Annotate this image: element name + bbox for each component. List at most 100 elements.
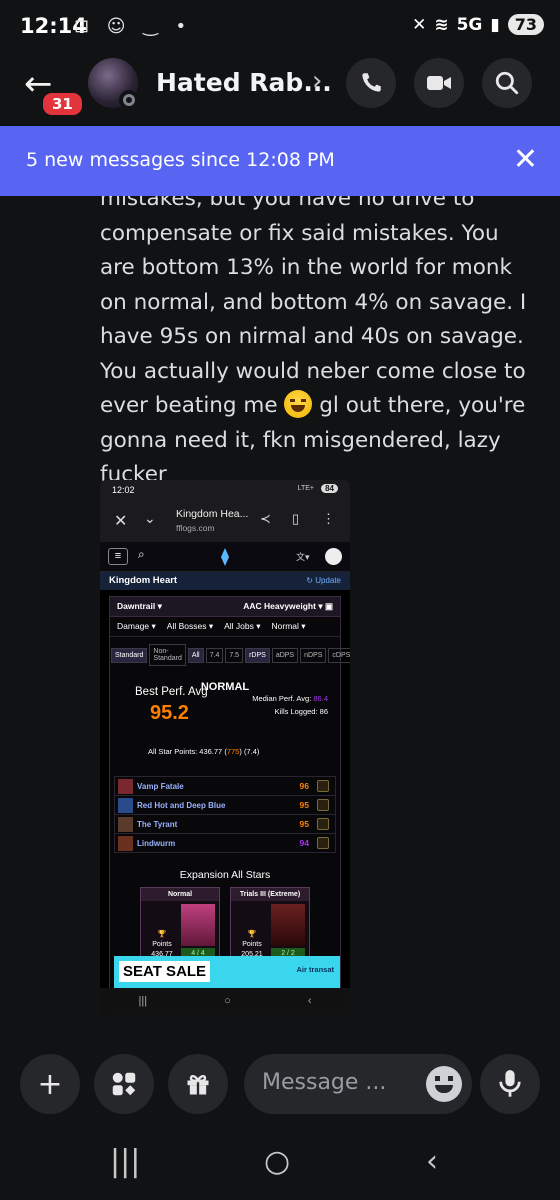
message-input[interactable]: Message ... [244,1054,472,1114]
all-star-rank: 775 [226,747,240,756]
close-icon[interactable]: ✕ [513,142,538,177]
message-list[interactable]: mistakes, but you have no drive to compe… [0,196,560,1038]
message-composer: + Message ... [0,1038,560,1134]
attachment-battery: 84 [321,484,338,493]
video-call-button[interactable] [414,58,464,108]
channel-title[interactable]: Hated Rab... [156,68,332,97]
best-perf-label: Best Perf. Avg [135,686,208,698]
recents-icon: ||| [138,995,148,1007]
trials-card: Trials III (Extreme) 🏆 Points 205.21 2 / 2 [230,887,310,967]
chevron-right-icon[interactable]: › [312,66,322,96]
expansion-label: Dawntrail [117,601,156,611]
recents-icon[interactable]: ||| [110,1144,140,1179]
attachment-rankings-panel: Dawntrail ▾ AAC Heavyweight ▾ ▣ Damage ▾… [109,596,350,996]
unread-badge: 31 [40,90,85,118]
partition-select: AAC Heavyweight ▾ ▣ [243,601,333,611]
bookmark-icon: ▯ [292,511,300,526]
filter-bosses: All Bosses ▾ [166,621,214,631]
tab-standard: Standard [111,647,148,663]
voice-message-button[interactable] [480,1054,540,1114]
metric-tabs: Standard Non-Standard All 7.4 7.5 rDPS a… [110,644,350,666]
kills-label: Kills Logged: [274,707,318,716]
boss-value: 95 [299,800,309,810]
card-image [181,904,215,946]
voice-call-button[interactable] [346,58,396,108]
boss-value: 96 [299,781,309,791]
banner-text: 5 new messages since 12:08 PM [26,149,335,171]
card-header: Trials III (Extreme) [231,888,309,901]
attachment-site-nav: ≡ ⌕ 文▾ [100,542,350,572]
attachment-status-bar: 12:02 LTE+ 84 [100,480,350,500]
filter-row: Damage ▾ All Bosses ▾ All Jobs ▾ Normal … [110,617,340,637]
all-star-pct: (7.4) [243,747,260,756]
grinning-squinting-face-emoji-icon [284,390,313,418]
boss-value: 95 [299,819,309,829]
image-attachment[interactable]: 12:02 LTE+ 84 ✕ ⌄ Kingdom Hea... fflogs.… [100,480,350,1014]
filter-label: Damage [117,621,150,631]
more-vertical-icon: ⋮ [322,511,335,526]
boss-thumbnail [118,779,133,794]
all-star-label: All Star Points: [148,747,198,756]
plus-icon: + [37,1066,63,1102]
card-header: Normal [141,888,219,901]
back-icon[interactable]: ‹ [426,1144,438,1179]
guild-name: Kingdom Heart [109,575,178,586]
mute-icon: ✕ [412,14,427,35]
status-right: ✕ ≋ 5G ▮ 73 [412,14,544,35]
ad-text: SEAT SALE [119,961,211,982]
notification-icons: ⊡ ☺ ‿ • [74,16,193,37]
status-indicator-icon [119,90,139,110]
add-attachment-button[interactable]: + [20,1054,80,1114]
search-icon: ⌕ [138,547,145,561]
gift-button[interactable] [168,1054,228,1114]
kills-value: 86 [319,707,328,716]
tab-cdps: cDPS [328,647,350,663]
message-text: mistakes, but you have no drive to compe… [100,196,527,418]
battery-indicator: 73 [507,14,544,35]
boss-name: Vamp Fatale [137,781,184,791]
filter-label: All Bosses [166,621,207,631]
trophy-icon: 🏆 [247,931,257,938]
ad-banner: SEAT SALE Air transat [114,956,340,990]
tab-75: 7.5 [225,647,244,663]
boss-thumbnail [118,798,133,813]
attachment-guild-bar: Kingdom Heart ↻ Update [100,572,350,590]
card-points-label: Points [152,941,172,948]
boss-name: The Tyrant [137,819,178,829]
menu-icon: ≡ [108,548,128,565]
boss-list: Vamp Fatale 96 Red Hot and Deep Blue 95 Th… [114,776,336,853]
best-perf-value: 95.2 [150,702,189,724]
system-nav-bar: ||| ○ ‹ [0,1134,560,1200]
video-camera-icon [427,76,451,90]
share-icon: ≺ [260,511,271,526]
card-points-label: Points [242,941,262,948]
boss-value: 94 [299,838,309,848]
gift-icon [187,1074,209,1095]
median-label: Median Perf. Avg: [252,694,312,703]
update-label: Update [315,576,341,585]
filter-label: Normal [271,621,299,631]
attachment-domain: fflogs.com [176,523,215,533]
attachment-network: LTE+ [297,485,314,492]
signal-icon: ▮ [490,14,500,35]
user-icon [325,548,342,565]
update-link: ↻ Update [306,576,341,585]
wifi-icon: ≋ [434,14,449,35]
translate-icon: 文▾ [296,552,310,562]
filter-jobs: All Jobs ▾ [224,621,261,631]
boss-name: Red Hot and Deep Blue [137,800,226,810]
search-button[interactable] [482,58,532,108]
tab-non-standard: Non-Standard [149,644,186,666]
chevron-down-icon: ⌄ [144,510,156,526]
search-icon [495,71,519,95]
apps-button[interactable] [94,1054,154,1114]
network-label: 5G [456,14,483,35]
fflogs-logo-icon [221,548,229,566]
message-content: mistakes, but you have no drive to compe… [100,196,530,493]
home-icon[interactable]: ○ [264,1144,290,1179]
emoji-icon[interactable] [426,1066,462,1102]
filter-difficulty: Normal ▾ [271,621,306,631]
median-block: Median Perf. Avg: 86.4 Kills Logged: 86 [252,692,328,718]
new-messages-banner[interactable]: 5 new messages since 12:08 PM ✕ [0,126,560,196]
trophy-icon [317,780,329,792]
